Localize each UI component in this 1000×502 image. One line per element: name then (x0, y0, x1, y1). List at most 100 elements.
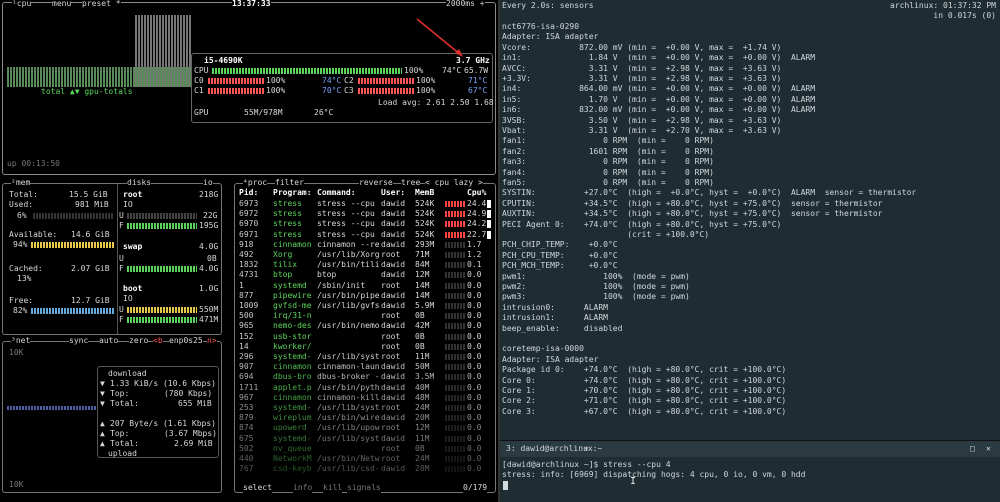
table-row[interactable]: 879 wireplum/usr/bin/wire dawid 20M 0.0 (239, 413, 491, 423)
core-c2-pct: 100% (416, 76, 436, 85)
io-tab[interactable]: io (203, 178, 213, 188)
table-row[interactable]: 296 systemd- /usr/lib/syst root 11M 0.0 (239, 352, 491, 362)
net-title[interactable]: ³net (11, 336, 31, 346)
table-row[interactable]: 1711 applet.p/usr/bin/pyth dawid 40M 0.0 (239, 383, 491, 393)
disk-root-name: root (123, 190, 143, 199)
table-row[interactable]: 918 cinnamon cinnamon --re dawid 293M 1.7 (239, 240, 491, 250)
maximize-icon[interactable]: □ (970, 444, 975, 454)
proc-user: dawid (381, 382, 406, 392)
proc-sort[interactable]: < cpu lazy > (425, 178, 483, 188)
table-row[interactable]: 675 systemd- /usr/lib/syst dawid 11M 0.0 (239, 434, 491, 444)
proc-cpu-minibar (445, 354, 465, 360)
sensor-line: CPUTIN: +34.5°C (high = +80.0°C, hyst = … (502, 198, 883, 208)
core-c3-bar (358, 88, 414, 94)
proc-footer-kill[interactable]: kill (323, 483, 343, 493)
proc-filter[interactable]: filter (275, 178, 304, 188)
disk-boot-io: IO (123, 294, 133, 303)
proc-program: irq/31-n (273, 311, 312, 321)
table-row[interactable]: 877 pipewire/usr/bin/pipe dawid 14M 0.0 (239, 291, 491, 301)
proc-reverse[interactable]: reverse (359, 178, 393, 188)
table-row[interactable]: 6973 stress stress --cpu dawid 524K 24.4 (239, 199, 491, 209)
net-box: ³net sync auto zero <b enp0s25 n> 10K 10… (2, 336, 222, 493)
watch-header-right: archlinux: 01:37:32 PM (890, 1, 996, 10)
table-row[interactable]: 500 irq/31-n root 0B 0.0 (239, 311, 491, 321)
terminal-cursor (503, 481, 508, 490)
proc-mem: 40M (415, 382, 430, 392)
net-ul-total-label: Total: (110, 439, 139, 448)
disks-title[interactable]: disks (127, 178, 152, 188)
proc-program: NetworkM (273, 454, 312, 463)
terminal-pane: 3: dawid@archlinux:~ ▾ □ ✕ [dawid@archli… (500, 440, 1000, 502)
proc-pid: 253 (239, 403, 254, 412)
gpu-label: GPU (194, 108, 209, 117)
sensor-line: +3.3V: 3.31 V (min = +2.98 V, max = +3.6… (502, 74, 782, 83)
net-auto[interactable]: auto (99, 336, 119, 346)
preset-button[interactable]: preset * (82, 0, 121, 9)
sensor-line: fan5: 0 RPM (min = 0 RPM) (502, 178, 714, 187)
table-row[interactable]: 440 NetworkM/usr/bin/Netw root 24M 0.0 (239, 454, 491, 464)
interval-control[interactable]: 2000ms + (446, 0, 485, 9)
net-sync[interactable]: sync (69, 336, 89, 346)
table-row[interactable]: 492 Xorg/usr/lib/Xorg root 71M 1.2 (239, 250, 491, 260)
table-row[interactable]: 874 upowerd/usr/lib/upow root 12M 0.0 (239, 423, 491, 433)
table-row[interactable]: 6972 stress stress --cpu dawid 524K 24.9 (239, 209, 491, 219)
table-row[interactable]: 967 cinnamon cinnamon-kill dawid 48M 0.0 (239, 393, 491, 403)
menu-button[interactable]: menu (52, 0, 72, 9)
net-next[interactable]: n> (207, 336, 217, 346)
sensor-line: Core 1: +70.0°C (high = +80.0°C, crit = … (502, 386, 787, 395)
cpu-tab[interactable]: ¹cpu (12, 0, 32, 9)
terminal-output: stress: info: [6969] dispatching hogs: 4… (502, 470, 806, 479)
proc-cpu-minibar (445, 415, 465, 422)
proc-pid: 502 (239, 443, 254, 453)
mem-free-bar (31, 308, 115, 314)
proc-title[interactable]: ⁴proc (243, 178, 268, 188)
proc-hot-marker (487, 200, 491, 208)
proc-footer-select[interactable]: select (243, 483, 272, 493)
proc-user: dawid (381, 464, 406, 474)
proc-cpu-minibar (445, 241, 465, 248)
proc-tree[interactable]: tree (401, 178, 421, 188)
cpu-watts: 65.7W (464, 66, 489, 75)
proc-header-pid[interactable]: Pid: (239, 188, 258, 198)
proc-cpu-minibar (445, 343, 465, 350)
table-row[interactable]: 1832 tilix/usr/bin/tili dawid 84M 0.1 (239, 260, 491, 270)
proc-program: cinnamon (273, 362, 312, 372)
cpu-info-box: i5-4690K 3.7 GHz CPU 100% 74°C 65.7W C0 … (191, 53, 494, 123)
table-row[interactable]: 152 usb-stor root 0B 0.0 (239, 332, 491, 342)
net-ul-total: 2.69 MiB (174, 439, 213, 448)
table-row[interactable]: 1 systemd/sbin/init root 14M 0.0 (239, 281, 491, 291)
proc-user: root (381, 280, 401, 290)
proc-header-cpu[interactable]: Cpu% (467, 188, 486, 198)
proc-header-command[interactable]: Command: (317, 188, 356, 198)
net-dl-top: (780 Kbps) (164, 389, 213, 398)
mem-title[interactable]: ²mem (11, 178, 31, 188)
table-row[interactable]: 1009 gvfsd-me/usr/lib/gvfs dawid 5.9M 0.0 (239, 301, 491, 311)
proc-header-user[interactable]: User: (381, 188, 405, 198)
proc-command: /usr/lib/Xorg (317, 250, 380, 259)
proc-program: wireplum (273, 413, 312, 423)
proc-mem: 524K (415, 229, 435, 239)
proc-user: root (381, 250, 401, 259)
proc-header-mem[interactable]: MemB (415, 188, 434, 198)
proc-pid: 877 (239, 290, 254, 300)
proc-footer-info[interactable]: info (293, 483, 313, 493)
net-prev[interactable]: <b (153, 336, 163, 346)
table-row[interactable]: 502 nv_queue root 0B 0.0 (239, 444, 491, 454)
table-row[interactable]: 694 dbus-bro dbus-broker - dawid 3.5M 0.0 (239, 372, 491, 382)
proc-cpu: 0.0 (467, 372, 482, 382)
table-row[interactable]: 14 kworker/root 0B 0.0 (239, 342, 491, 352)
table-row[interactable]: 965 nemo-des/usr/bin/nemo dawid 42M 0.0 (239, 321, 491, 331)
mem-total-val: 15.5 GiB (69, 190, 108, 199)
close-icon[interactable]: ✕ (986, 444, 991, 454)
terminal-tab-menu-icon[interactable]: ▾ (584, 444, 589, 454)
net-zero[interactable]: zero (129, 336, 149, 346)
table-row[interactable]: 6970 stress stress --cpu dawid 524K 24.2 (239, 219, 491, 229)
table-row[interactable]: 767 csd-keyb/usr/lib/csd-dawid 28M 0.0 (239, 464, 491, 474)
table-row[interactable]: 4731 btop btop dawid 12M 0.0 (239, 270, 491, 280)
table-row[interactable]: 253 systemd- /usr/lib/syst root 24M 0.0 (239, 403, 491, 413)
table-row[interactable]: 6971 stress stress --cpu dawid 524K 22.7 (239, 230, 491, 240)
uptime: up 00:13:50 (7, 159, 60, 168)
table-row[interactable]: 907 cinnamon cinnamon-laun dawid 50M 0.0 (239, 362, 491, 372)
proc-header-program[interactable]: Program: (273, 188, 312, 198)
proc-footer-signals[interactable]: signals (347, 483, 381, 493)
